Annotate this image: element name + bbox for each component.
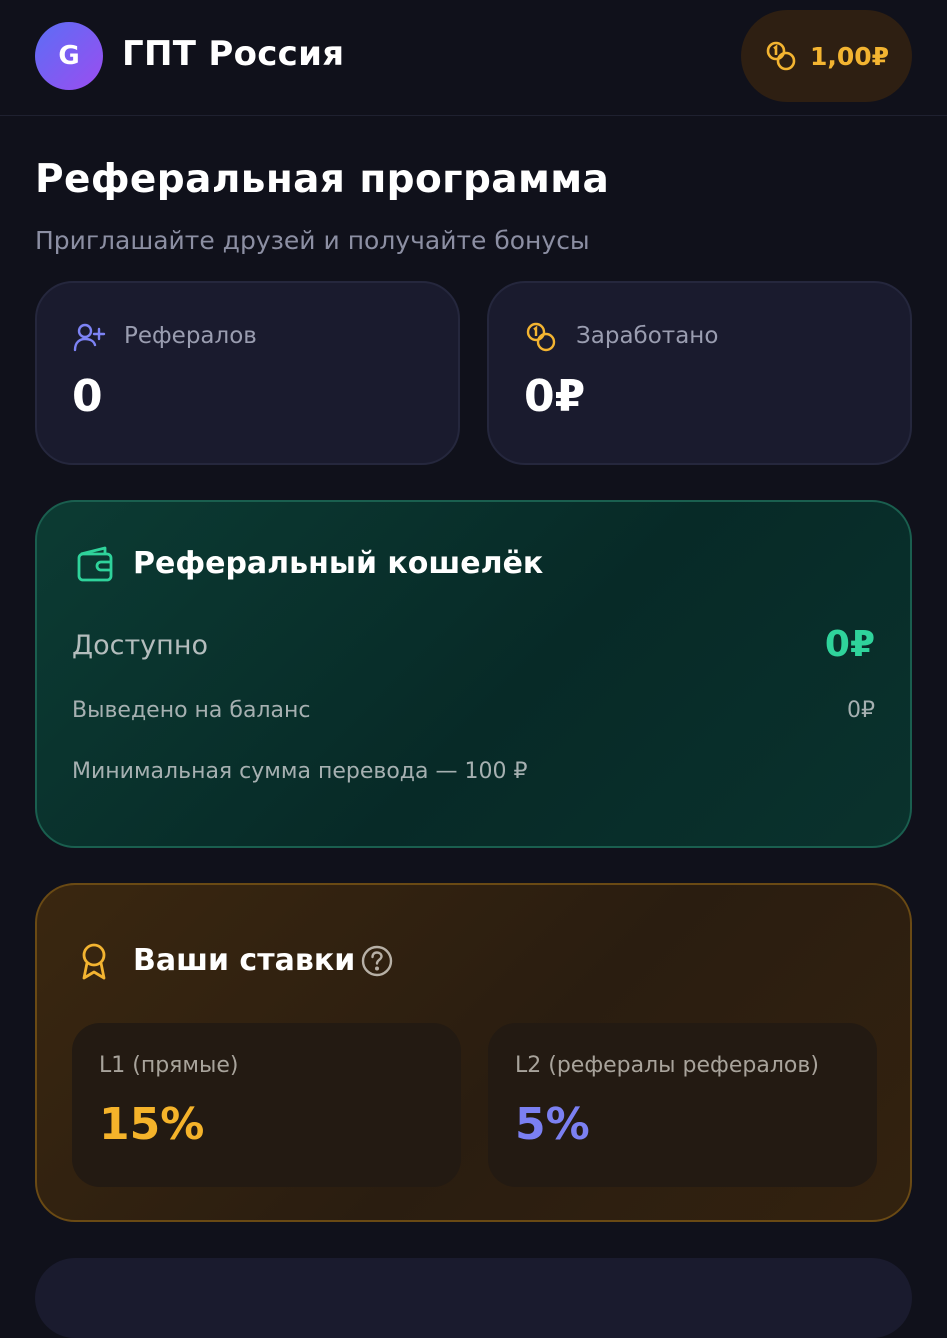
wallet-icon [77,546,113,582]
rate-l2-value: 5% [515,1099,590,1150]
balance-button[interactable]: 1,00₽ [741,10,912,102]
rate-l1-value: 15% [99,1099,205,1150]
page-title: Реферальная программа [35,157,610,202]
help-icon[interactable] [360,944,394,978]
min-transfer-note: Минимальная сумма перевода — 100 ₽ [72,759,528,784]
referrals-value: 0 [72,371,103,422]
available-label: Доступно [72,630,208,661]
rates-title: Ваши ставки [133,943,356,978]
referrals-stat-card: Рефералов 0 [35,281,460,465]
avatar[interactable]: G [35,22,103,90]
app-title: ГПТ Россия [122,34,345,74]
referrals-label: Рефералов [124,323,257,349]
withdrawn-value: 0₽ [847,698,875,723]
next-section-card [35,1258,912,1338]
award-icon [82,943,106,980]
add-user-icon [73,323,106,352]
coins-icon [526,322,556,352]
coins-icon [766,41,796,71]
earned-value: 0₽ [524,371,586,422]
rate-l1-label: L1 (прямые) [99,1053,239,1078]
earned-stat-card: Заработано 0₽ [487,281,912,465]
withdrawn-label: Выведено на баланс [72,698,311,723]
wallet-title: Реферальный кошелёк [133,546,544,581]
rate-l1: L1 (прямые) 15% [72,1023,461,1187]
rates-card: Ваши ставки L1 (прямые) 15% L2 (рефералы… [35,883,912,1222]
page-subtitle: Приглашайте друзей и получайте бонусы [35,226,590,255]
referral-wallet-card: Реферальный кошелёк Доступно 0₽ Выведено… [35,500,912,848]
available-value: 0₽ [824,624,875,665]
earned-label: Заработано [576,323,719,349]
rate-l2-label: L2 (рефералы рефералов) [515,1053,819,1078]
rate-l2: L2 (рефералы рефералов) 5% [488,1023,877,1187]
balance-value: 1,00₽ [809,41,890,71]
app-header: G ГПТ Россия 1,00₽ [0,0,947,116]
